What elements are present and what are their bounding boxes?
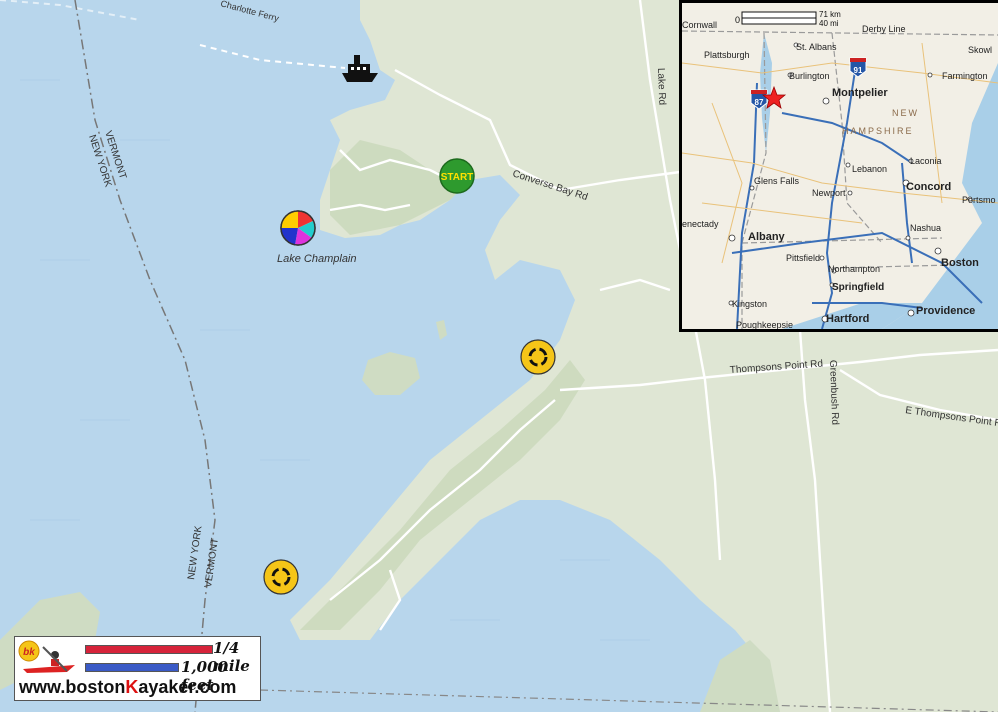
inset-city-albany: Albany: [748, 231, 786, 243]
start-label: START: [441, 172, 474, 183]
inset-city-laconia: Laconia: [910, 156, 942, 166]
quarter-mile-bar: [85, 645, 213, 654]
inset-city-providence: Providence: [916, 305, 975, 317]
svg-text:bk: bk: [23, 647, 35, 658]
inset-state-new: NEW: [892, 108, 919, 118]
paddle-loop-icon[interactable]: [520, 339, 556, 375]
inset-scale-mi: 40 mi: [819, 19, 839, 28]
inset-scale-km: 71 km: [819, 10, 841, 19]
start-marker[interactable]: START: [439, 158, 475, 194]
inset-city-kingston: Kingston: [732, 299, 767, 309]
inset-city-springfield: Springfield: [832, 282, 884, 293]
lake-road-label: Lake Rd: [655, 68, 667, 106]
inset-city-schenectady: enectady: [682, 219, 719, 229]
inset-city-newport: Newport: [812, 188, 846, 198]
inset-city-st-albans: St. Albans: [796, 42, 837, 52]
inset-map[interactable]: 0 71 km 40 mi 91 87 Cornwall Derby Line …: [679, 0, 998, 332]
inset-city-nashua: Nashua: [910, 223, 941, 233]
inset-city-northampton: Northampton: [828, 264, 880, 274]
svg-text:91: 91: [854, 66, 863, 75]
inset-city-poughkeepsie: Poughkeepsie: [736, 320, 793, 329]
thousand-feet-bar: [85, 663, 179, 672]
inset-city-montpelier: Montpelier: [832, 87, 888, 99]
inset-city-hartford: Hartford: [826, 313, 869, 325]
website-link[interactable]: www.bostonKayaker.com: [19, 677, 236, 698]
paddle-loop-icon[interactable]: [263, 559, 299, 595]
inset-state-hampshire: HAMPSHIRE: [842, 126, 914, 136]
inset-city-burlington: Burlington: [789, 71, 830, 81]
inset-city-farmington: Farmington: [942, 71, 988, 81]
svg-text:87: 87: [755, 98, 764, 107]
inset-city-cornwall: Cornwall: [682, 20, 717, 30]
inset-city-skowl: Skowl: [968, 45, 992, 55]
beach-ball-icon[interactable]: [280, 210, 316, 246]
inset-city-portsmouth: Portsmo: [962, 195, 996, 205]
lake-champlain-label: Lake Champlain: [277, 253, 357, 265]
inset-city-glens-falls: Glens Falls: [754, 176, 800, 186]
greenbush-road-label: Greenbush Rd: [827, 360, 840, 425]
inset-city-pittsfield: Pittsfield: [786, 253, 820, 263]
inset-city-lebanon: Lebanon: [852, 164, 887, 174]
inset-city-concord: Concord: [906, 181, 951, 193]
inset-city-derby-line: Derby Line: [862, 24, 906, 34]
inset-city-plattsburgh: Plattsburgh: [704, 50, 750, 60]
kayaker-logo-icon: bk: [18, 640, 75, 673]
scale-legend: bk 1/4 mile 1,000 feet www.bostonKayaker…: [14, 636, 261, 701]
inset-scale-zero: 0: [735, 15, 740, 25]
inset-city-boston: Boston: [941, 257, 979, 269]
